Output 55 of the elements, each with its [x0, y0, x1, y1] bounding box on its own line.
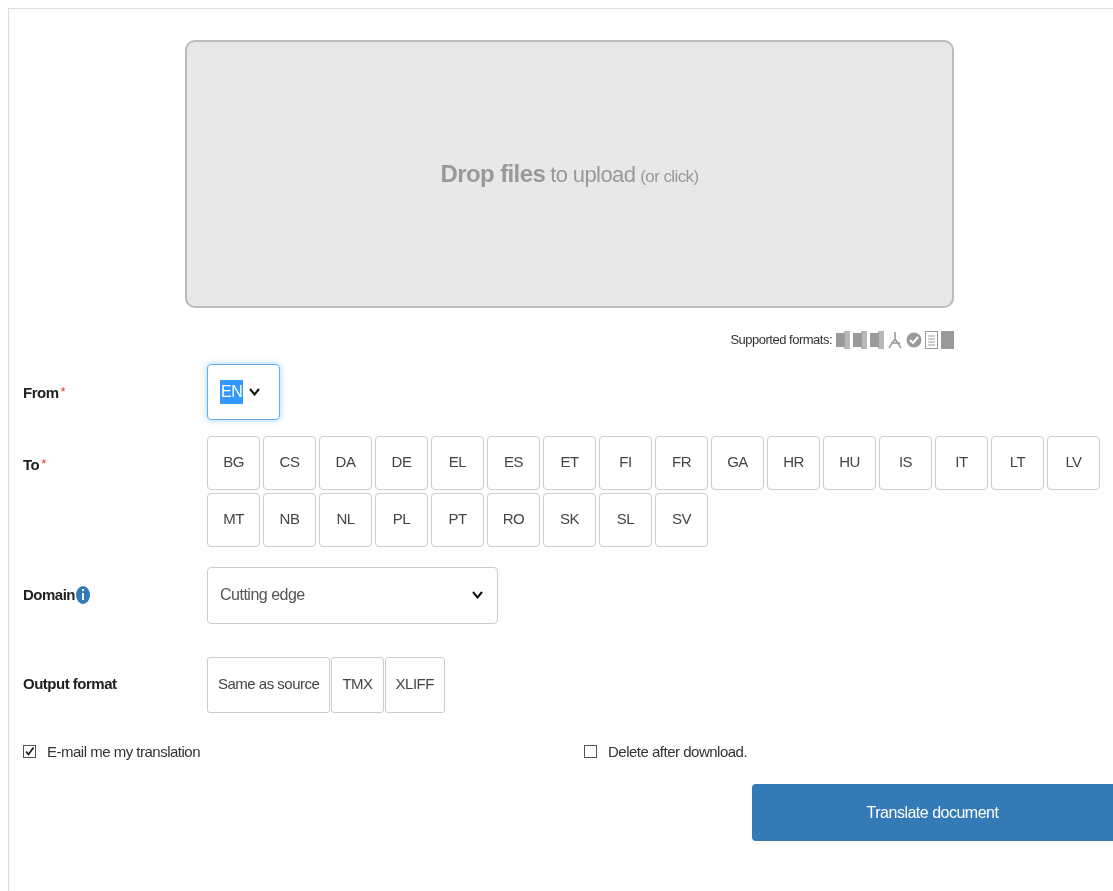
select-value: Cutting edge	[220, 585, 305, 605]
language-button[interactable]: HU	[823, 435, 876, 490]
language-button[interactable]: PL	[375, 492, 428, 547]
drop-title: Drop files	[440, 159, 546, 189]
language-button[interactable]: LV	[1047, 435, 1100, 490]
document-icon	[853, 330, 867, 349]
circle-icon	[906, 331, 922, 348]
select-value: EN	[220, 379, 244, 404]
language-button[interactable]: SV	[655, 492, 708, 547]
field-label: To	[23, 454, 40, 475]
language-button[interactable]: PT	[431, 492, 484, 547]
drop-hint: (or click)	[640, 166, 699, 188]
checkbox[interactable]	[584, 745, 597, 759]
language-button[interactable]: CS	[263, 435, 316, 490]
supported-formats-label: Supported formats:	[730, 331, 832, 349]
language-button[interactable]: FR	[655, 435, 708, 490]
language-button[interactable]: EL	[431, 435, 484, 490]
language-button[interactable]: LT	[991, 435, 1044, 490]
required-mark: *	[60, 382, 66, 401]
language-button[interactable]: BG	[207, 435, 260, 490]
language-button[interactable]: ET	[543, 435, 596, 490]
language-button[interactable]: IS	[879, 435, 932, 490]
drop-subtitle: to upload	[550, 161, 636, 189]
info-icon	[76, 586, 90, 604]
language-button[interactable]: SK	[543, 492, 596, 547]
checkbox-label: E-mail me my translation	[47, 741, 201, 762]
checkbox[interactable]	[23, 745, 36, 759]
field-label: From	[23, 382, 59, 403]
file-icon	[941, 330, 954, 349]
text-file-icon	[925, 330, 938, 349]
document-icon	[836, 330, 850, 349]
domain-select[interactable]: Cutting edge	[207, 566, 498, 624]
field-label: Output format	[23, 674, 117, 695]
translate-button[interactable]: Translate document	[752, 784, 1113, 841]
field-label: Domain	[23, 584, 75, 605]
language-button[interactable]: NL	[319, 492, 372, 547]
output-format-button[interactable]: XLIFF	[384, 656, 445, 713]
language-button[interactable]: FI	[599, 435, 652, 490]
language-button[interactable]: DE	[375, 435, 428, 490]
language-button[interactable]: HR	[767, 435, 820, 490]
output-format-button[interactable]: Same as source	[207, 656, 331, 713]
language-button[interactable]: RO	[487, 492, 540, 547]
output-format-button[interactable]: TMX	[331, 656, 384, 713]
chevron-down-icon	[249, 387, 261, 396]
language-button[interactable]: GA	[711, 435, 764, 490]
language-button[interactable]: IT	[935, 435, 988, 490]
document-icon	[870, 330, 884, 349]
chevron-down-icon	[472, 591, 483, 599]
language-button[interactable]: SL	[599, 492, 652, 547]
language-button[interactable]: DA	[319, 435, 372, 490]
language-button[interactable]: ES	[487, 435, 540, 490]
required-mark: *	[41, 454, 47, 473]
language-button[interactable]: MT	[207, 492, 260, 547]
checkbox-label: Delete after download.	[608, 741, 748, 762]
language-button[interactable]: NB	[263, 492, 316, 547]
